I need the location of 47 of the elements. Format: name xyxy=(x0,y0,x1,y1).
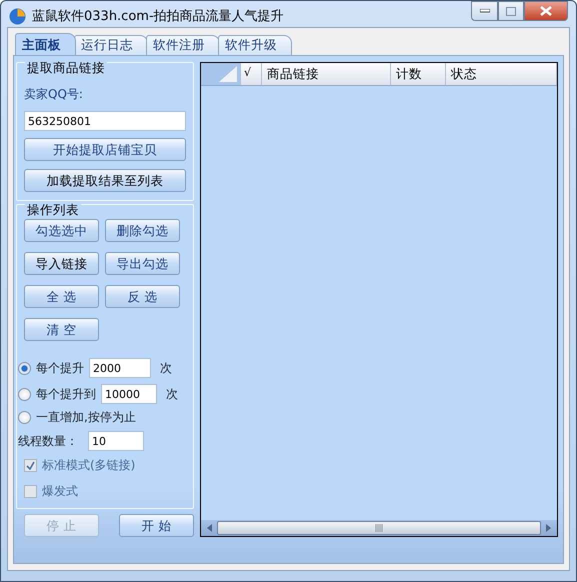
radio-button[interactable] xyxy=(18,410,31,424)
list-button[interactable]: 勾选选中 xyxy=(24,219,99,242)
thread-count-field[interactable]: 10 xyxy=(88,431,144,451)
radio-button[interactable] xyxy=(18,362,31,374)
close-button[interactable] xyxy=(524,1,568,21)
column-header[interactable]: 状态 xyxy=(446,63,557,85)
action-button[interactable]: 开 始 xyxy=(119,514,194,537)
seller-qq-label: 卖家QQ号: xyxy=(24,86,84,103)
list-button[interactable]: 导出勾选 xyxy=(105,252,180,275)
list-button[interactable]: 导入链接 xyxy=(24,252,99,275)
seller-qq-field[interactable]: 563250801 xyxy=(24,111,186,131)
window-title: 蓝鼠软件033h.com-拍拍商品流量人气提升 xyxy=(32,8,284,26)
app-icon xyxy=(9,8,26,25)
grip-icon xyxy=(375,524,383,532)
mode-label: 每个提升到 xyxy=(36,386,96,403)
mode-label: 一直增加,按停为止 xyxy=(36,409,136,426)
radio-button[interactable] xyxy=(18,388,31,400)
group-title: 操作列表 xyxy=(25,203,81,217)
count-field[interactable]: 2000 xyxy=(89,358,151,378)
thread-count-label: 线程数量： xyxy=(18,433,78,450)
maximize-button[interactable] xyxy=(498,1,524,21)
close-icon xyxy=(540,6,552,16)
column-header[interactable]: 计数 xyxy=(391,63,446,85)
minimize-icon xyxy=(480,9,490,13)
column-header[interactable]: 商品链接 xyxy=(262,63,391,85)
extract-button[interactable]: 加载提取结果至列表 xyxy=(24,169,186,192)
tab[interactable]: 运行日志 xyxy=(74,35,148,55)
unit-label: 次 xyxy=(160,360,172,377)
tab[interactable]: 主面板 xyxy=(15,33,76,55)
group-title: 提取商品链接 xyxy=(25,61,107,75)
horizontal-scrollbar[interactable] xyxy=(201,520,557,536)
column-header[interactable]: √ xyxy=(241,63,262,85)
maximize-icon xyxy=(506,6,516,16)
list-button[interactable]: 全 选 xyxy=(24,285,99,308)
minimize-button[interactable] xyxy=(471,1,498,21)
option-label: 标准模式(多链接) xyxy=(42,457,136,474)
count-field[interactable]: 10000 xyxy=(101,384,157,404)
triangle-icon xyxy=(219,66,237,82)
list-button[interactable]: 反 选 xyxy=(105,285,180,308)
mode-label: 每个提升 xyxy=(36,360,84,377)
option-label: 爆发式 xyxy=(42,483,78,500)
tab[interactable]: 软件注册 xyxy=(146,35,220,55)
tab[interactable]: 软件升级 xyxy=(218,35,292,55)
list-button[interactable]: 删除勾选 xyxy=(105,219,180,242)
unit-label: 次 xyxy=(166,386,178,403)
extract-button[interactable]: 开始提取店铺宝贝 xyxy=(24,138,186,161)
list-button[interactable]: 清 空 xyxy=(24,318,99,341)
